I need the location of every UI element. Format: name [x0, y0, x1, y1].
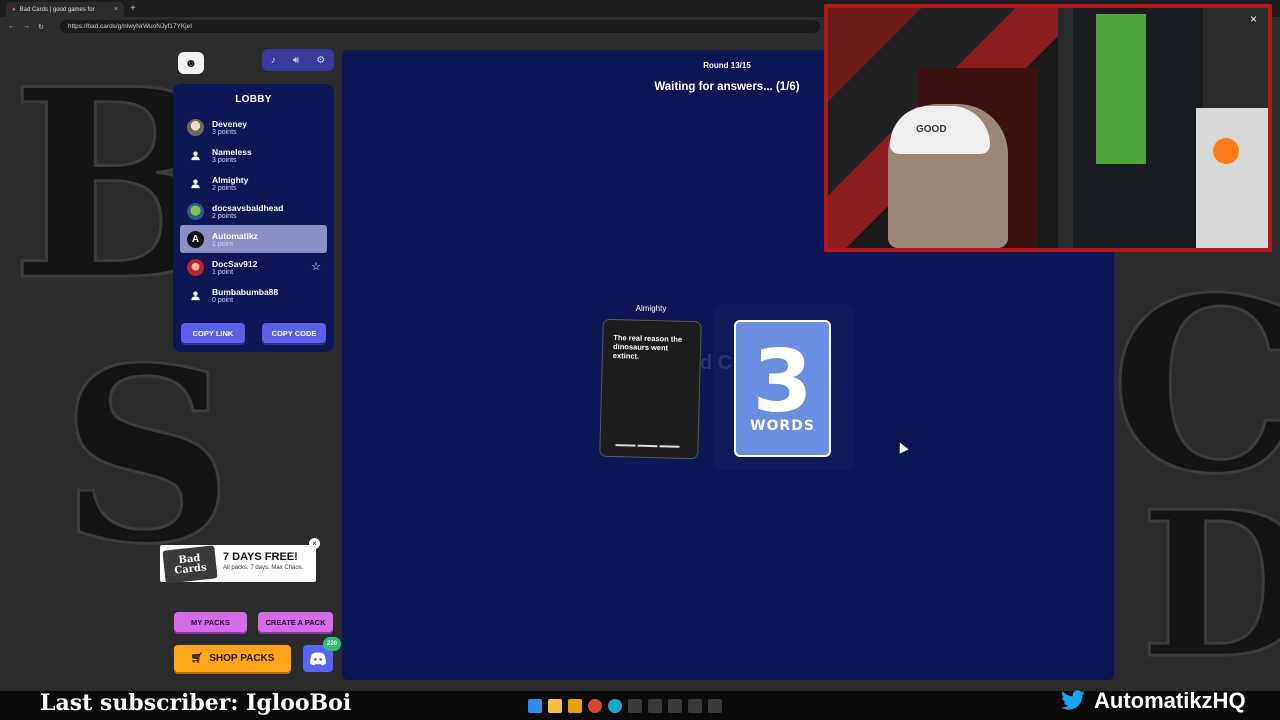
- copy-code-button[interactable]: COPY CODE: [262, 323, 326, 343]
- tab-favicon-icon: ●: [12, 6, 16, 13]
- cart-icon: 🛒︎: [190, 653, 204, 664]
- streamer-cap: GOOD: [890, 106, 990, 154]
- user-icon: [187, 175, 204, 192]
- file-explorer-icon[interactable]: [548, 699, 562, 713]
- player-points: 1 point: [212, 268, 234, 276]
- promo-subtitle: All packs, 7 days. Max Chaos.: [223, 565, 304, 571]
- avatar: [187, 119, 204, 136]
- player-name: docsavsbaldhead: [212, 202, 284, 213]
- player-name: Bumbabumba88: [212, 286, 279, 297]
- browser-tab[interactable]: ● Bad Cards | good games for ×: [6, 2, 124, 17]
- twitter-handle: AutomatikzHQ: [1060, 688, 1246, 714]
- player-points: 1 point: [212, 240, 234, 248]
- player-row[interactable]: Nameless 3 points: [180, 141, 327, 169]
- prompt-text: The real reason the dinosaurs went extin…: [612, 333, 683, 361]
- forward-icon[interactable]: →: [23, 23, 30, 30]
- gear-icon[interactable]: ⚙: [316, 55, 325, 66]
- player-row[interactable]: Bumbabumba88 0 point: [180, 281, 327, 309]
- avatar: [187, 203, 204, 220]
- close-icon[interactable]: ×: [1250, 12, 1264, 26]
- lobby-panel: LOBBY Deveney 3 points Nameless 3 points…: [173, 84, 334, 352]
- user-icon: [187, 147, 204, 164]
- app-icon[interactable]: [668, 699, 682, 713]
- promo-title: 7 DAYS FREE!: [223, 551, 298, 563]
- player-row[interactable]: Deveney 3 points: [180, 113, 327, 141]
- reload-icon[interactable]: ↻: [38, 23, 44, 31]
- copy-link-button[interactable]: COPY LINK: [181, 323, 245, 343]
- pc-fan-light: [1213, 138, 1239, 164]
- word-count-card[interactable]: 3 WORDS: [734, 320, 831, 457]
- close-promo-icon[interactable]: ×: [309, 538, 320, 549]
- player-row[interactable]: docsavsbaldhead 2 points: [180, 197, 327, 225]
- player-points: 0 point: [212, 296, 234, 304]
- player-name: DocSav912: [212, 258, 258, 269]
- bad-cards-promo-logo: Bad Cards: [162, 545, 218, 584]
- prompt-card: The real reason the dinosaurs went extin…: [599, 318, 702, 460]
- browser-icon[interactable]: [588, 699, 602, 713]
- answer-blanks: [615, 444, 680, 448]
- game-status: Waiting for answers... (1/6): [654, 81, 800, 93]
- webcam-overlay: GOOD: [824, 4, 1272, 252]
- app-icon[interactable]: [628, 699, 642, 713]
- windows-taskbar: [528, 699, 722, 713]
- card-owner-name: Almighty: [635, 304, 667, 313]
- bad-cards-logo-icon[interactable]: ☻: [178, 52, 204, 74]
- player-row-current[interactable]: A Automatikz 1 point: [180, 225, 327, 253]
- player-name: Automatikz: [212, 230, 258, 241]
- shop-packs-label: SHOP PACKS: [209, 653, 275, 664]
- last-subscriber-label: Last subscriber: IglooBoi: [40, 690, 352, 716]
- music-icon[interactable]: ♪: [271, 55, 276, 66]
- url-text: https://bad.cards/g/nlwyNrWuoNJyf17YKjeI: [67, 23, 193, 30]
- lobby-buttons: COPY LINK COPY CODE: [173, 323, 334, 343]
- player-points: 2 points: [212, 212, 237, 220]
- word-count-number: 3: [752, 331, 813, 432]
- round-counter: Round 13/15: [703, 61, 751, 70]
- user-icon: [187, 287, 204, 304]
- graffiti-decoration: D: [1138, 468, 1280, 691]
- webcam-feed: GOOD: [828, 8, 1268, 248]
- free-trial-promo[interactable]: Bad Cards 7 DAYS FREE! All packs, 7 days…: [160, 545, 316, 584]
- start-icon[interactable]: [528, 699, 542, 713]
- cap-text: GOOD: [916, 124, 947, 135]
- app-icon[interactable]: [568, 699, 582, 713]
- ghost-card-text: d C: [700, 352, 733, 374]
- twitter-handle-text: AutomatikzHQ: [1094, 688, 1246, 713]
- edge-icon[interactable]: [608, 699, 622, 713]
- player-name: Nameless: [212, 146, 252, 157]
- app-icon[interactable]: [688, 699, 702, 713]
- url-field[interactable]: https://bad.cards/g/nlwyNrWuoNJyf17YKjeI: [59, 20, 820, 33]
- audio-settings-controls: ♪ 🔊︎ ⚙: [262, 49, 334, 71]
- player-name: Deveney: [212, 118, 247, 129]
- pc-case: [1196, 108, 1268, 248]
- player-row[interactable]: Almighty 2 points: [180, 169, 327, 197]
- player-points: 2 points: [212, 184, 237, 192]
- avatar: [187, 259, 204, 276]
- host-star-icon: ☆: [311, 261, 321, 273]
- avatar: A: [187, 231, 204, 248]
- steam-icon[interactable]: [648, 699, 662, 713]
- lobby-title: LOBBY: [235, 94, 272, 105]
- discord-online-badge: 220: [323, 637, 341, 651]
- player-points: 3 points: [212, 128, 237, 136]
- discord-icon: [310, 652, 326, 665]
- tab-title: Bad Cards | good games for: [19, 6, 95, 13]
- player-points: 3 points: [212, 156, 237, 164]
- twitter-icon: [1061, 690, 1085, 710]
- player-list: Deveney 3 points Nameless 3 points Almig…: [173, 113, 334, 309]
- player-name: Almighty: [212, 174, 249, 185]
- word-count-label: WORDS: [750, 417, 815, 434]
- graffiti-decoration: S: [58, 315, 234, 597]
- volume-icon[interactable]: 🔊︎: [293, 55, 299, 66]
- new-tab-icon[interactable]: +: [130, 3, 136, 14]
- player-row[interactable]: DocSav912 1 point ☆: [180, 253, 327, 281]
- create-pack-button[interactable]: CREATE A PACK: [258, 612, 333, 632]
- close-tab-icon[interactable]: ×: [114, 6, 118, 13]
- back-icon[interactable]: ←: [8, 23, 15, 30]
- my-packs-button[interactable]: MY PACKS: [174, 612, 247, 632]
- app-icon[interactable]: [708, 699, 722, 713]
- shop-packs-button[interactable]: 🛒︎ SHOP PACKS: [174, 645, 291, 672]
- banner-graphic: [1096, 14, 1146, 164]
